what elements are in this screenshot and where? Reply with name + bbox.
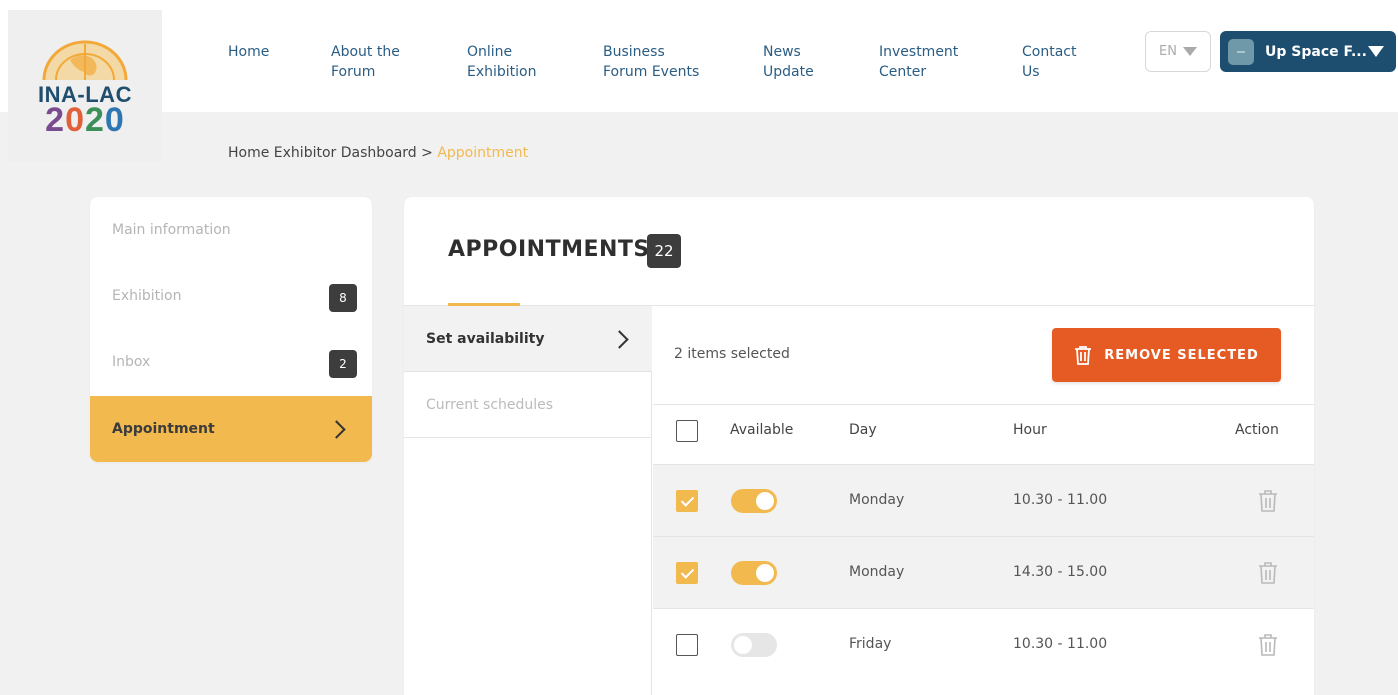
row-checkbox[interactable] [676, 634, 698, 656]
column-header-day[interactable]: Day [849, 422, 877, 438]
sidebar: Main information Exhibition 8 Inbox 2 Ap… [90, 197, 372, 462]
breadcrumb-current: Appointment [437, 145, 529, 161]
row-day: Monday [849, 492, 905, 508]
sidebar-item-label: Inbox [112, 354, 151, 370]
breadcrumb-trail[interactable]: Home Exhibitor Dashboard > [228, 145, 437, 161]
breadcrumb: Home Exhibitor Dashboard > Appointment [228, 145, 528, 161]
sidebar-item-label: Main information [112, 222, 231, 238]
sidebar-item-main-information[interactable]: Main information [90, 197, 372, 263]
nav-investment-center[interactable]: Investment Center [879, 42, 958, 82]
sidebar-item-inbox[interactable]: Inbox 2 [90, 329, 372, 395]
language-select[interactable]: EN [1145, 31, 1211, 72]
remove-selected-label: REMOVE SELECTED [1104, 347, 1259, 363]
table-row: Friday 10.30 - 11.00 [653, 608, 1314, 680]
globe-arc-icon [42, 40, 128, 81]
count-badge: 8 [329, 284, 357, 312]
nav-business-forum-events[interactable]: Business Forum Events [603, 42, 699, 82]
availability-toggle[interactable] [731, 561, 777, 585]
availability-toggle[interactable] [731, 633, 777, 657]
caret-down-icon [1368, 46, 1384, 57]
selection-count: 2 items selected [674, 346, 790, 362]
tab-label: Current schedules [426, 396, 554, 413]
nav-contact-us[interactable]: Contact Us [1022, 42, 1076, 82]
row-day: Monday [849, 564, 905, 580]
sidebar-item-label: Appointment [112, 421, 215, 437]
row-hour: 10.30 - 11.00 [1013, 492, 1108, 508]
tab-label: Set availability [426, 330, 545, 347]
chevron-right-icon [610, 330, 629, 349]
language-value: EN [1159, 44, 1177, 59]
page-title: APPOINTMENTS [448, 237, 650, 262]
sidebar-item-exhibition[interactable]: Exhibition 8 [90, 263, 372, 329]
count-badge: 22 [647, 234, 681, 268]
column-header-action: Action [1235, 422, 1279, 438]
user-menu-button[interactable]: Up Space F... [1220, 31, 1396, 72]
row-hour: 10.30 - 11.00 [1013, 636, 1108, 652]
select-all-checkbox[interactable] [676, 420, 698, 442]
caret-down-icon [1182, 47, 1197, 56]
trash-icon[interactable] [1257, 633, 1279, 657]
nav-news-update[interactable]: News Update [763, 42, 814, 82]
tab-set-availability[interactable]: Set availability [404, 306, 652, 372]
table-row: Monday 10.30 - 11.00 [653, 464, 1314, 536]
row-checkbox[interactable] [676, 490, 698, 512]
nav-online-exhibition[interactable]: Online Exhibition [467, 42, 537, 82]
trash-icon[interactable] [1257, 561, 1279, 585]
appointment-subnav: Set availability Current schedules [404, 306, 652, 695]
sidebar-item-appointment[interactable]: Appointment [90, 396, 372, 462]
row-checkbox[interactable] [676, 562, 698, 584]
avatar [1228, 38, 1254, 65]
availability-toggle[interactable] [731, 489, 777, 513]
chevron-right-icon [327, 420, 346, 439]
appointments-panel: APPOINTMENTS 22 Set availability Current… [404, 197, 1314, 695]
column-header-hour[interactable]: Hour [1013, 422, 1047, 438]
table-row: Monday 14.30 - 15.00 [653, 536, 1314, 608]
row-day: Friday [849, 636, 892, 652]
site-logo[interactable]: INA-LAC 2020 [8, 10, 162, 162]
column-header-available[interactable]: Available [730, 422, 793, 438]
trash-icon[interactable] [1257, 489, 1279, 513]
nav-home[interactable]: Home [228, 42, 269, 62]
tab-current-schedules[interactable]: Current schedules [404, 372, 652, 438]
user-name: Up Space F... [1265, 43, 1367, 60]
count-badge: 2 [329, 350, 357, 378]
sidebar-item-label: Exhibition [112, 288, 182, 304]
nav-about-forum[interactable]: About the Forum [331, 42, 400, 82]
divider [653, 404, 1314, 405]
remove-selected-button[interactable]: REMOVE SELECTED [1052, 328, 1281, 382]
trash-icon [1075, 346, 1092, 365]
row-hour: 14.30 - 15.00 [1013, 564, 1108, 580]
logo-year: 2020 [45, 101, 125, 139]
